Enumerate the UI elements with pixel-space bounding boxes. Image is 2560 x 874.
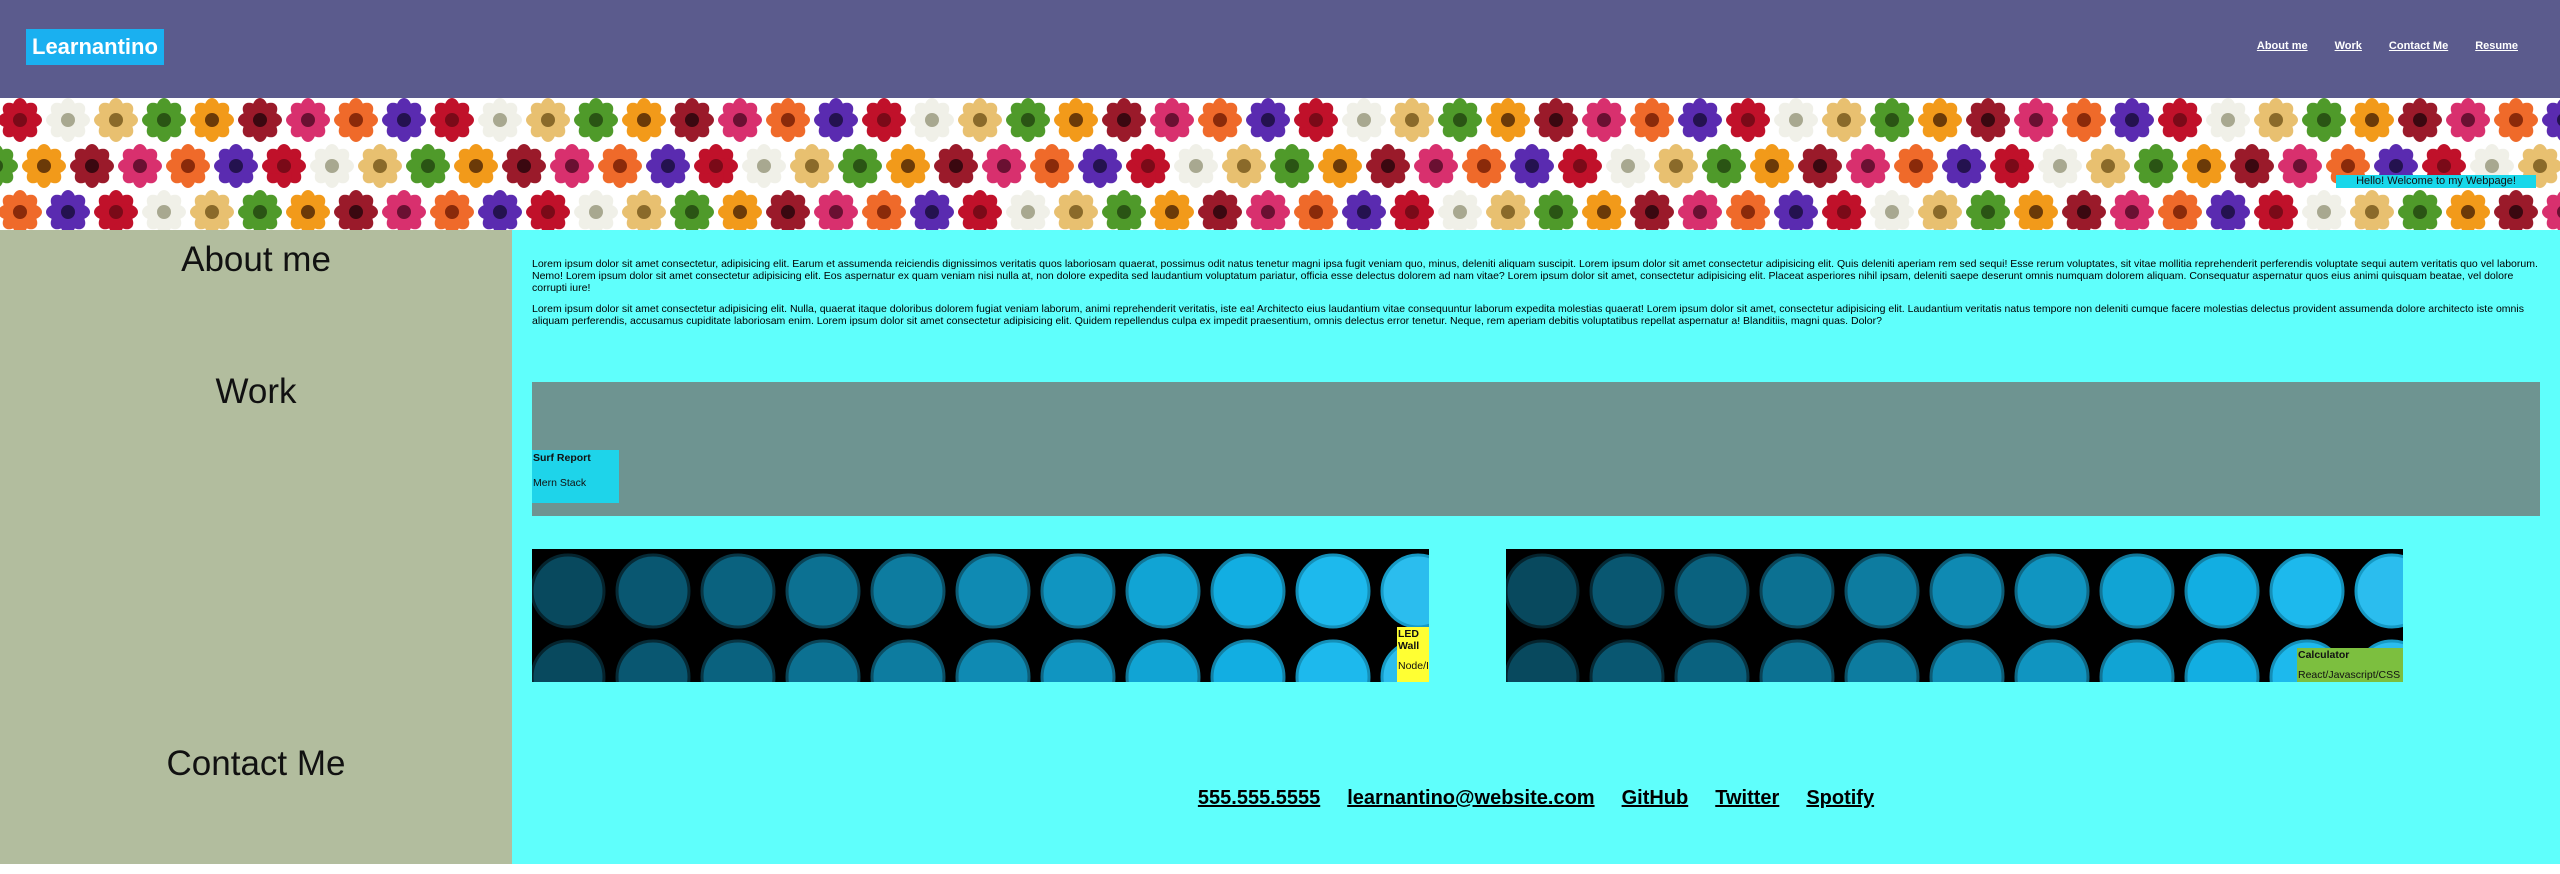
calculator-project[interactable]: Calculator React/Javascript/CSS xyxy=(1506,549,2403,682)
nav-contact-link[interactable]: Contact Me xyxy=(2389,40,2448,52)
about-paragraph-1: Lorem ipsum dolor sit amet consectetur, … xyxy=(532,258,2538,294)
work-heading: Work xyxy=(215,372,297,411)
about-paragraph-2: Lorem ipsum dolor sit amet consectetur a… xyxy=(532,303,2524,327)
surf-report-card[interactable]: Surf Report Mern Stack xyxy=(532,450,619,503)
phone-link[interactable]: 555.555.5555 xyxy=(1198,787,1320,810)
sidebar: About me Work Contact Me xyxy=(0,230,512,864)
contact-heading: Contact Me xyxy=(166,744,346,783)
welcome-message: Hello! Welcome to my Webpage! xyxy=(2336,175,2536,188)
contact-links: 555.555.5555 learnantino@website.com Git… xyxy=(512,787,2560,810)
site-header: Learnantino About me Work Contact Me Res… xyxy=(0,0,2560,98)
led-wall-title: LED Wall xyxy=(1398,628,1420,652)
github-link[interactable]: GitHub xyxy=(1622,787,1689,810)
about-heading: About me xyxy=(181,240,331,279)
calculator-title: Calculator xyxy=(2298,649,2350,661)
site-logo[interactable]: Learnantino xyxy=(26,29,164,65)
main-content: Lorem ipsum dolor sit amet consectetur, … xyxy=(512,230,2560,864)
twitter-link[interactable]: Twitter xyxy=(1715,787,1779,810)
spotify-link[interactable]: Spotify xyxy=(1806,787,1874,810)
about-section: Lorem ipsum dolor sit amet consectetur, … xyxy=(532,258,2538,336)
led-wall-project[interactable]: LED Wall Node/IoT xyxy=(532,549,1429,682)
surf-report-project[interactable]: Surf Report Mern Stack xyxy=(532,382,2540,516)
led-wall-image xyxy=(532,553,1429,682)
flower-hero-banner: Hello! Welcome to my Webpage! xyxy=(0,98,2560,230)
calculator-image xyxy=(1506,553,2403,682)
nav-about-link[interactable]: About me xyxy=(2257,40,2308,52)
nav-work-link[interactable]: Work xyxy=(2335,40,2362,52)
surf-report-stack: Mern Stack xyxy=(533,477,587,489)
email-link[interactable]: learnantino@website.com xyxy=(1347,787,1594,810)
nav-resume-link[interactable]: Resume xyxy=(2475,40,2518,52)
led-wall-card[interactable]: LED Wall Node/IoT xyxy=(1397,627,1429,682)
calculator-stack: React/Javascript/CSS xyxy=(2298,669,2401,681)
calculator-card[interactable]: Calculator React/Javascript/CSS xyxy=(2297,648,2403,682)
surf-report-title: Surf Report xyxy=(533,452,591,464)
main-nav: About me Work Contact Me Resume xyxy=(2257,40,2518,52)
flower-pattern-image xyxy=(0,98,2560,230)
led-wall-stack: Node/IoT xyxy=(1398,660,1429,672)
